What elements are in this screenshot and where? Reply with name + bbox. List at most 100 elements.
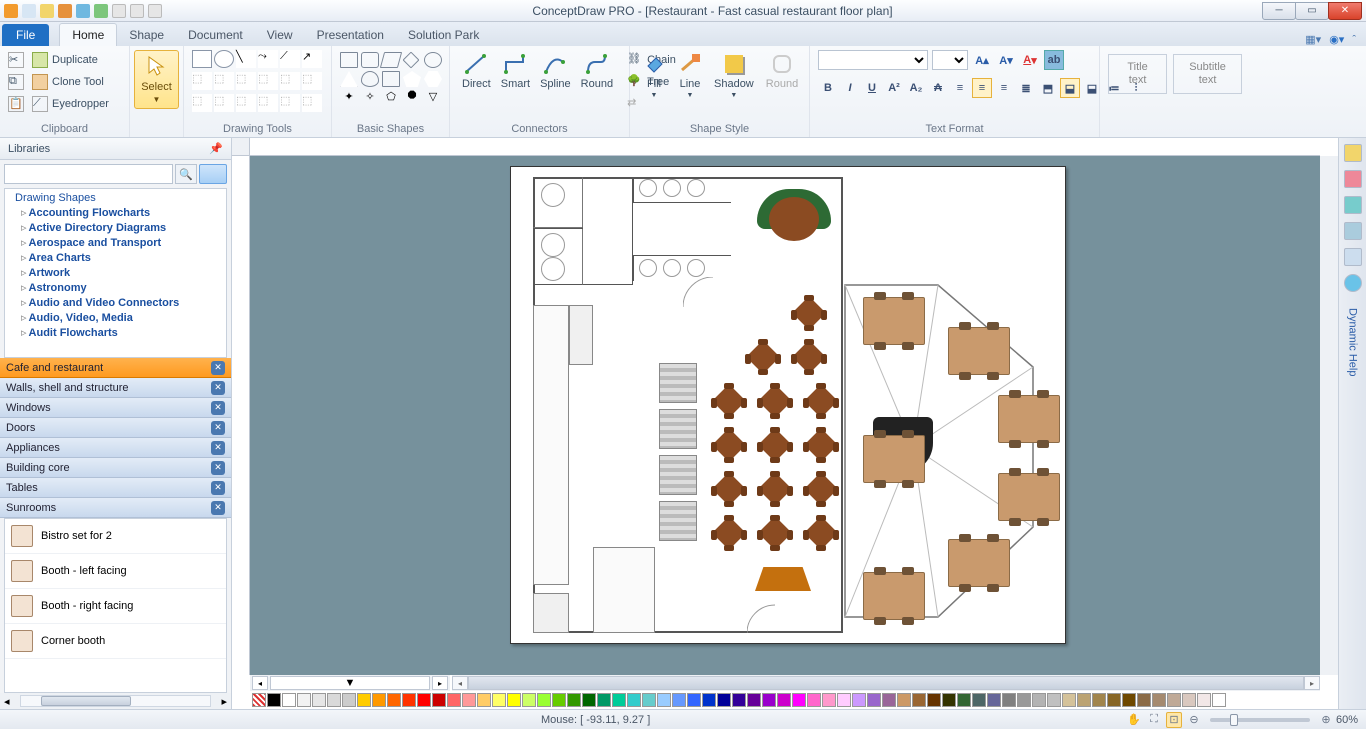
color-swatch[interactable] — [1197, 693, 1211, 707]
dining-table-4top[interactable] — [713, 517, 745, 549]
subtitle-text-placeholder[interactable]: Subtitle text — [1173, 54, 1242, 94]
highlight-button[interactable]: ab — [1044, 50, 1064, 70]
horizontal-scrollbar[interactable]: ◂▸ — [452, 675, 1320, 691]
color-swatch[interactable] — [462, 693, 476, 707]
library-cat-sunrooms[interactable]: Sunrooms✕ — [0, 498, 231, 518]
door-arc[interactable] — [747, 603, 787, 633]
color-swatch[interactable] — [627, 693, 641, 707]
color-swatch[interactable] — [312, 693, 326, 707]
shape-roundrect[interactable] — [361, 52, 379, 68]
color-swatch[interactable] — [1167, 693, 1181, 707]
save-icon[interactable] — [148, 4, 162, 18]
dining-table-4top[interactable] — [759, 517, 791, 549]
align-center-button[interactable]: ≡ — [972, 78, 992, 98]
eyedropper-button[interactable]: ⟋Eyedropper — [32, 94, 109, 114]
dining-table-4top[interactable] — [759, 385, 791, 417]
dining-table-4top[interactable] — [747, 341, 779, 373]
tab-presentation[interactable]: Presentation — [305, 24, 396, 46]
color-swatch[interactable] — [537, 693, 551, 707]
color-swatch[interactable] — [1137, 693, 1151, 707]
color-swatch[interactable] — [657, 693, 671, 707]
open-icon[interactable] — [40, 4, 54, 18]
color-swatch[interactable] — [957, 693, 971, 707]
color-swatch[interactable] — [852, 693, 866, 707]
maximize-button[interactable]: ▭ — [1295, 2, 1329, 20]
color-swatch[interactable] — [987, 693, 1001, 707]
canvas-viewport[interactable] — [250, 156, 1320, 675]
recent-icon[interactable] — [76, 4, 90, 18]
color-swatch[interactable] — [1107, 693, 1121, 707]
color-swatch[interactable] — [417, 693, 431, 707]
line-button[interactable]: Line▼ — [674, 50, 706, 101]
dining-table-4top[interactable] — [805, 385, 837, 417]
color-swatch[interactable] — [1032, 693, 1046, 707]
strike-button[interactable]: ₳ — [928, 78, 948, 98]
valign-bot-button[interactable]: ⬓ — [1082, 78, 1102, 98]
clone-tool-button[interactable]: Clone Tool — [32, 72, 109, 92]
color-swatch[interactable] — [327, 693, 341, 707]
dining-table-rect[interactable] — [863, 297, 925, 345]
dining-table-rect[interactable] — [948, 539, 1010, 587]
italic-button[interactable]: I — [840, 78, 860, 98]
paste-icon[interactable] — [130, 4, 144, 18]
color-swatch[interactable] — [432, 693, 446, 707]
library-cat-doors[interactable]: Doors✕ — [0, 418, 231, 438]
page[interactable] — [510, 166, 1066, 644]
counter-left[interactable] — [533, 305, 569, 585]
superscript-button[interactable]: A² — [884, 78, 904, 98]
color-swatch[interactable] — [1122, 693, 1136, 707]
fridge-1[interactable] — [533, 593, 569, 633]
library-item[interactable]: Booth - left facing — [5, 554, 226, 589]
next-page-button[interactable]: ▸ — [432, 676, 448, 690]
dock-properties-icon[interactable] — [1344, 170, 1362, 188]
paste-button[interactable]: 📋 — [8, 94, 24, 114]
library-item[interactable]: Bistro set for 2 — [5, 519, 226, 554]
minimize-button[interactable]: ─ — [1262, 2, 1296, 20]
tree-node[interactable]: Active Directory Diagrams — [9, 220, 222, 235]
color-swatch[interactable] — [372, 693, 386, 707]
round-corners-button[interactable]: Round — [762, 50, 802, 92]
color-swatch[interactable] — [792, 693, 806, 707]
color-swatch[interactable] — [582, 693, 596, 707]
tree-node[interactable]: Audio, Video, Media — [9, 310, 222, 325]
color-swatch[interactable] — [1092, 693, 1106, 707]
tree-node[interactable]: Area Charts — [9, 250, 222, 265]
color-swatch[interactable] — [837, 693, 851, 707]
toilet[interactable] — [541, 183, 565, 207]
library-view-toggle[interactable] — [199, 164, 227, 184]
shape-rect[interactable] — [340, 52, 358, 68]
color-swatch[interactable] — [762, 693, 776, 707]
connector-smart[interactable]: Smart — [497, 50, 534, 92]
copy-icon[interactable] — [112, 4, 126, 18]
dynamic-help-tab[interactable]: Dynamic Help — [1347, 308, 1359, 376]
fill-button[interactable]: Fill▼ — [638, 50, 670, 101]
color-swatch[interactable] — [267, 693, 281, 707]
dining-table-rect[interactable] — [863, 572, 925, 620]
library-cat-walls[interactable]: Walls, shell and structure✕ — [0, 378, 231, 398]
shape-square[interactable] — [382, 71, 400, 87]
copy-button[interactable]: ⧉ — [8, 72, 24, 92]
color-swatch[interactable] — [597, 693, 611, 707]
font-size-select[interactable] — [932, 50, 968, 70]
color-swatch[interactable] — [552, 693, 566, 707]
shape-parallelogram[interactable] — [380, 52, 402, 68]
tree-node[interactable]: Accounting Flowcharts — [9, 205, 222, 220]
color-swatch[interactable] — [507, 693, 521, 707]
toilet[interactable] — [541, 233, 565, 257]
color-swatch[interactable] — [822, 693, 836, 707]
hand-tool-icon[interactable]: ✋ — [1126, 712, 1142, 728]
dining-table-4top[interactable] — [805, 517, 837, 549]
page-dropdown[interactable]: ▼ — [270, 676, 430, 690]
sink[interactable] — [687, 179, 705, 197]
tab-view[interactable]: View — [255, 24, 305, 46]
library-cat-tables[interactable]: Tables✕ — [0, 478, 231, 498]
rect-tool[interactable] — [192, 50, 212, 68]
door-arc[interactable] — [683, 277, 723, 317]
tree-node[interactable]: Audit Flowcharts — [9, 325, 222, 340]
prev-page-button[interactable]: ◂ — [252, 676, 268, 690]
color-swatch[interactable] — [912, 693, 926, 707]
color-swatch[interactable] — [942, 693, 956, 707]
dock-text-icon[interactable] — [1344, 222, 1362, 240]
dock-align-icon[interactable] — [1344, 248, 1362, 266]
cut-button[interactable]: ✂ — [8, 50, 24, 70]
